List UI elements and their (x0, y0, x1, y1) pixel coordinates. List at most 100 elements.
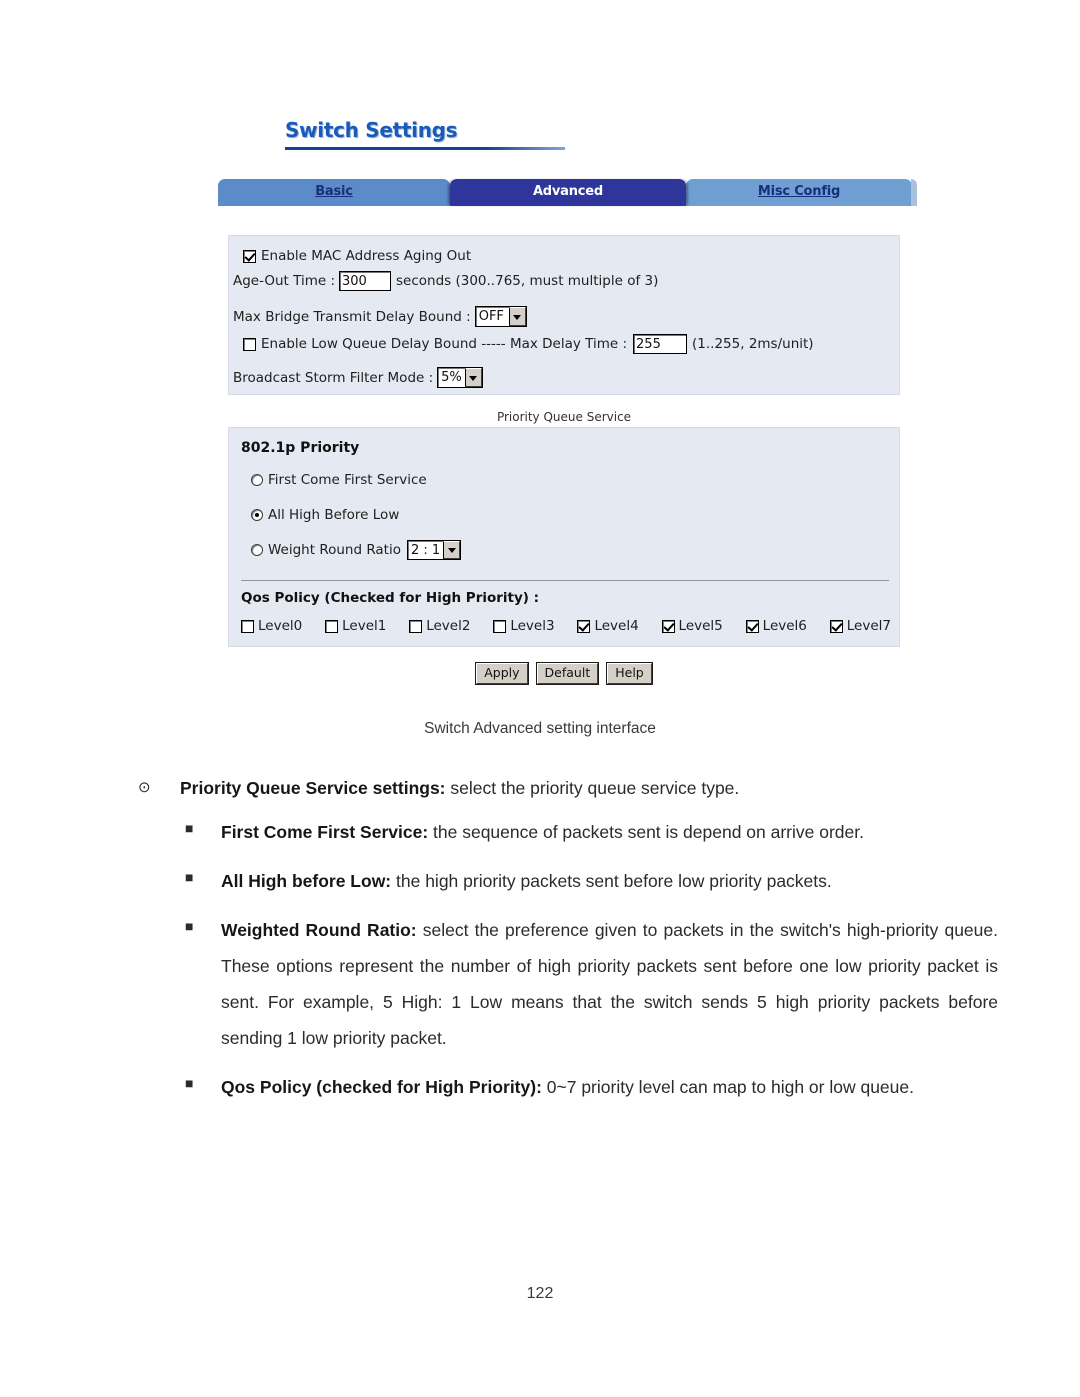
qos-level-4[interactable]: Level4 (577, 618, 639, 634)
qos-policy-header: Qos Policy (Checked for High Priority) : (241, 590, 540, 606)
age-out-time-hint: seconds (300..765, must multiple of 3) (396, 273, 659, 289)
broadcast-storm-filter-select[interactable]: 5% (437, 367, 483, 388)
qos-level-0-label: Level0 (258, 618, 303, 634)
first-come-first-service-label: First Come First Service (268, 472, 427, 488)
priority-queue-service-panel: 802.1p Priority First Come First Service… (228, 427, 900, 647)
qos-level-1-checkbox[interactable] (325, 619, 339, 633)
age-out-time-input[interactable]: 300 (339, 271, 392, 291)
chevron-down-icon[interactable] (464, 368, 482, 387)
sub-bullet-bold-lead: All High before Low: (221, 871, 392, 891)
enable-mac-aging-label: Enable MAC Address Aging Out (261, 248, 472, 264)
square-bullet-icon: ■ (185, 918, 194, 934)
sub-bullet-text: All High before Low: the high priority p… (221, 863, 998, 899)
qos-level-2-checkbox[interactable] (409, 619, 423, 633)
first-come-first-service-radio[interactable] (251, 474, 263, 486)
circle-dot-bullet-icon: ⊙ (138, 779, 151, 796)
square-bullet-icon: ■ (185, 1075, 194, 1091)
qos-level-6-checkbox[interactable] (745, 619, 759, 633)
weight-round-ratio-radio[interactable] (251, 544, 263, 556)
sub-bullet-rest: the sequence of packets sent is depend o… (428, 822, 864, 842)
sub-bullet-rest: the high priority packets sent before lo… (391, 871, 832, 891)
page-number: 122 (526, 1285, 554, 1302)
default-button[interactable]: Default (535, 662, 600, 685)
enable-mac-aging-row[interactable]: Enable MAC Address Aging Out (243, 248, 471, 264)
apply-button[interactable]: Apply (475, 662, 529, 685)
max-bridge-delay-value: OFF (478, 309, 504, 324)
sub-bullet-bold-lead: Qos Policy (checked for High Priority): (221, 1077, 542, 1097)
broadcast-storm-filter-row: Broadcast Storm Filter Mode : 5% (233, 367, 483, 388)
age-out-time-label: Age-Out Time : (233, 273, 336, 289)
weight-round-ratio-label: Weight Round Ratio (268, 542, 401, 558)
qos-level-checkbox-group: Level0 Level1 Level2 Level3 Level4 Level… (241, 618, 891, 634)
chevron-down-icon[interactable] (443, 541, 461, 559)
qos-level-7-label: Level7 (846, 618, 891, 634)
chevron-down-icon[interactable] (508, 307, 526, 326)
bullet-priority-queue-service: ⊙ Priority Queue Service settings: selec… (138, 775, 998, 801)
sub-bullet-text: First Come First Service: the sequence o… (221, 814, 998, 850)
broadcast-storm-filter-label: Broadcast Storm Filter Mode : (233, 369, 434, 386)
section-divider (241, 580, 889, 581)
sub-bullet-all-high-before-low: ■ All High before Low: the high priority… (185, 863, 998, 899)
general-settings-panel: Enable MAC Address Aging Out Age-Out Tim… (228, 235, 900, 395)
broadcast-storm-filter-value: 5% (441, 370, 462, 385)
page-title: Switch Settings (285, 118, 458, 142)
enable-low-queue-delay-label: Enable Low Queue Delay Bound ----- Max D… (261, 336, 628, 352)
bullet-text: Priority Queue Service settings: select … (180, 775, 998, 801)
qos-level-3-checkbox[interactable] (493, 619, 507, 633)
square-bullet-icon: ■ (185, 820, 194, 836)
qos-level-7-checkbox[interactable] (829, 619, 843, 633)
qos-level-1[interactable]: Level1 (325, 618, 386, 634)
qos-level-4-checkbox[interactable] (577, 619, 591, 633)
sub-bullet-bold-lead: Weighted Round Ratio: (221, 920, 417, 940)
all-high-before-low-radio[interactable] (251, 509, 263, 521)
qos-level-4-label: Level4 (594, 618, 639, 634)
qos-level-3[interactable]: Level3 (493, 618, 555, 634)
figure-caption: Switch Advanced setting interface (424, 720, 656, 737)
radio-weight-round-ratio[interactable]: Weight Round Ratio 2 : 1 (251, 540, 462, 560)
max-bridge-delay-label: Max Bridge Transmit Delay Bound : (233, 308, 471, 325)
help-button[interactable]: Help (606, 662, 653, 685)
document-body: ⊙ Priority Queue Service settings: selec… (138, 775, 998, 1118)
qos-level-0-checkbox[interactable] (241, 619, 254, 633)
tab-misc-config[interactable]: Misc Config (686, 179, 917, 206)
qos-level-5[interactable]: Level5 (661, 618, 723, 634)
sub-bullet-text: Weighted Round Ratio: select the prefere… (221, 912, 998, 1056)
dot1p-priority-header: 802.1p Priority (241, 440, 360, 456)
qos-level-5-checkbox[interactable] (661, 619, 675, 633)
max-delay-time-input[interactable]: 255 (633, 334, 688, 354)
max-bridge-delay-select[interactable]: OFF (474, 306, 527, 327)
priority-queue-service-caption: Priority Queue Service (496, 410, 632, 424)
qos-level-0[interactable]: Level0 (241, 618, 302, 634)
tab-bar: Basic Advanced Misc Config (218, 179, 917, 206)
qos-level-6-label: Level6 (762, 618, 807, 634)
radio-all-high-before-low[interactable]: All High Before Low (251, 507, 399, 523)
sub-bullet-text: Qos Policy (checked for High Priority): … (221, 1069, 998, 1105)
qos-level-7[interactable]: Level7 (829, 618, 891, 634)
bullet-rest: select the priority queue service type. (445, 778, 740, 798)
qos-level-1-label: Level1 (342, 618, 387, 634)
weight-round-ratio-select[interactable]: 2 : 1 (407, 540, 462, 560)
sub-bullet-qos-policy: ■ Qos Policy (checked for High Priority)… (185, 1069, 998, 1105)
radio-first-come-first-service[interactable]: First Come First Service (251, 472, 427, 488)
square-bullet-icon: ■ (185, 869, 194, 885)
qos-level-2-label: Level2 (426, 618, 471, 634)
qos-level-6[interactable]: Level6 (745, 618, 807, 634)
title-underline (285, 147, 565, 150)
switch-settings-screenshot: Switch Settings Basic Advanced Misc Conf… (210, 105, 917, 710)
enable-low-queue-delay-checkbox[interactable] (243, 337, 256, 351)
sub-bullet-first-come-first-service: ■ First Come First Service: the sequence… (185, 814, 998, 850)
qos-level-3-label: Level3 (510, 618, 555, 634)
tab-advanced[interactable]: Advanced (450, 179, 686, 206)
all-high-before-low-label: All High Before Low (268, 507, 400, 523)
enable-mac-aging-checkbox[interactable] (243, 249, 256, 263)
sub-bullet-rest: 0~7 priority level can map to high or lo… (541, 1077, 914, 1097)
weight-round-ratio-value: 2 : 1 (411, 543, 441, 558)
bullet-bold-lead: Priority Queue Service settings: (180, 778, 446, 798)
qos-level-5-label: Level5 (678, 618, 723, 634)
tab-basic[interactable]: Basic (218, 179, 450, 206)
qos-level-2[interactable]: Level2 (409, 618, 470, 634)
sub-bullet-weighted-round-ratio: ■ Weighted Round Ratio: select the prefe… (185, 912, 998, 1056)
max-delay-time-hint: (1..255, 2ms/unit) (692, 336, 814, 352)
sub-bullet-bold-lead: First Come First Service: (221, 822, 429, 842)
low-queue-delay-row[interactable]: Enable Low Queue Delay Bound ----- Max D… (243, 334, 814, 354)
